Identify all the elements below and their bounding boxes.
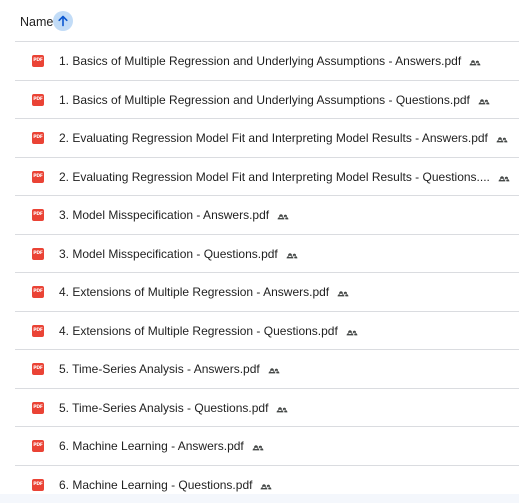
pdf-icon: PDF [32, 247, 44, 260]
file-name-wrap: 6. Machine Learning - Questions.pdf [59, 478, 272, 492]
file-row[interactable]: PDF 6. Machine Learning - Answers.pdf [15, 426, 519, 465]
pdf-icon: PDF [32, 401, 44, 414]
sort-ascending-button[interactable] [53, 11, 73, 31]
file-row[interactable]: PDF 3. Model Misspecification - Answers.p… [15, 195, 519, 234]
file-name-wrap: 4. Extensions of Multiple Regression - Q… [59, 324, 358, 338]
list-header: Name [0, 0, 519, 42]
file-name[interactable]: 3. Model Misspecification - Questions.pd… [59, 247, 278, 261]
file-name[interactable]: 6. Machine Learning - Answers.pdf [59, 439, 244, 453]
file-name[interactable]: 2. Evaluating Regression Model Fit and I… [59, 170, 490, 184]
file-name-wrap: 3. Model Misspecification - Questions.pd… [59, 247, 298, 261]
file-name-wrap: 1. Basics of Multiple Regression and Und… [59, 93, 490, 107]
pdf-icon: PDF [32, 93, 44, 106]
file-name[interactable]: 4. Extensions of Multiple Regression - A… [59, 285, 329, 299]
file-name[interactable]: 1. Basics of Multiple Regression and Und… [59, 54, 461, 68]
shared-people-icon [286, 252, 298, 258]
file-row[interactable]: PDF 1. Basics of Multiple Regression and … [15, 41, 519, 80]
file-name-wrap: 2. Evaluating Regression Model Fit and I… [59, 131, 508, 145]
file-name[interactable]: 6. Machine Learning - Questions.pdf [59, 478, 252, 492]
file-name[interactable]: 5. Time-Series Analysis - Answers.pdf [59, 362, 260, 376]
pdf-icon: PDF [32, 478, 44, 491]
file-row[interactable]: PDF 1. Basics of Multiple Regression and … [15, 79, 519, 119]
file-row[interactable]: PDF 2. Evaluating Regression Model Fit an… [15, 118, 519, 157]
shared-people-icon [252, 445, 264, 451]
file-row[interactable]: PDF 4. Extensions of Multiple Regression … [15, 272, 519, 311]
file-name[interactable]: 2. Evaluating Regression Model Fit and I… [59, 131, 488, 145]
pdf-icon: PDF [32, 170, 44, 183]
shared-people-icon [261, 483, 272, 489]
file-name[interactable]: 4. Extensions of Multiple Regression - Q… [59, 324, 338, 338]
file-name-wrap: 4. Extensions of Multiple Regression - A… [59, 285, 349, 299]
pdf-icon: PDF [32, 132, 44, 144]
shared-people-icon [498, 175, 510, 181]
file-name-wrap: 2. Evaluating Regression Model Fit and I… [59, 170, 510, 184]
file-row[interactable]: PDF 5. Time-Series Analysis - Questions.p… [15, 387, 519, 427]
shared-people-icon [469, 60, 481, 66]
shared-people-icon [496, 137, 508, 143]
file-name-wrap: 5. Time-Series Analysis - Questions.pdf [59, 401, 288, 415]
file-list: PDF 1. Basics of Multiple Regression and … [15, 41, 519, 503]
file-row[interactable]: PDF 4. Extensions of Multiple Regression … [15, 310, 519, 350]
file-name[interactable]: 5. Time-Series Analysis - Questions.pdf [59, 401, 268, 415]
file-name-wrap: 5. Time-Series Analysis - Answers.pdf [59, 362, 280, 376]
file-name-wrap: 1. Basics of Multiple Regression and Und… [59, 54, 481, 68]
file-row[interactable]: PDF 2. Evaluating Regression Model Fit an… [15, 156, 519, 196]
shared-people-icon [346, 329, 358, 335]
shared-people-icon [478, 98, 490, 104]
pdf-icon: PDF [32, 209, 44, 221]
file-row[interactable]: PDF 5. Time-Series Analysis - Answers.pdf [15, 349, 519, 388]
file-name[interactable]: 3. Model Misspecification - Answers.pdf [59, 208, 269, 222]
pdf-icon: PDF [32, 440, 44, 452]
arrow-up-icon [58, 15, 68, 27]
file-name[interactable]: 1. Basics of Multiple Regression and Und… [59, 93, 470, 107]
shared-people-icon [277, 214, 289, 220]
pdf-icon: PDF [32, 324, 44, 337]
file-name-wrap: 6. Machine Learning - Answers.pdf [59, 439, 264, 453]
bottom-strip [0, 494, 519, 503]
pdf-icon: PDF [32, 286, 44, 298]
shared-people-icon [277, 406, 288, 412]
name-column-header[interactable]: Name [20, 15, 53, 29]
file-row[interactable]: PDF 3. Model Misspecification - Questions… [15, 233, 519, 273]
file-name-wrap: 3. Model Misspecification - Answers.pdf [59, 208, 289, 222]
shared-people-icon [337, 291, 349, 297]
pdf-icon: PDF [32, 55, 44, 67]
pdf-icon: PDF [32, 363, 44, 375]
file-list-page: Name PDF 1. Basics of Multiple Regression… [0, 0, 519, 503]
shared-people-icon [268, 368, 280, 374]
